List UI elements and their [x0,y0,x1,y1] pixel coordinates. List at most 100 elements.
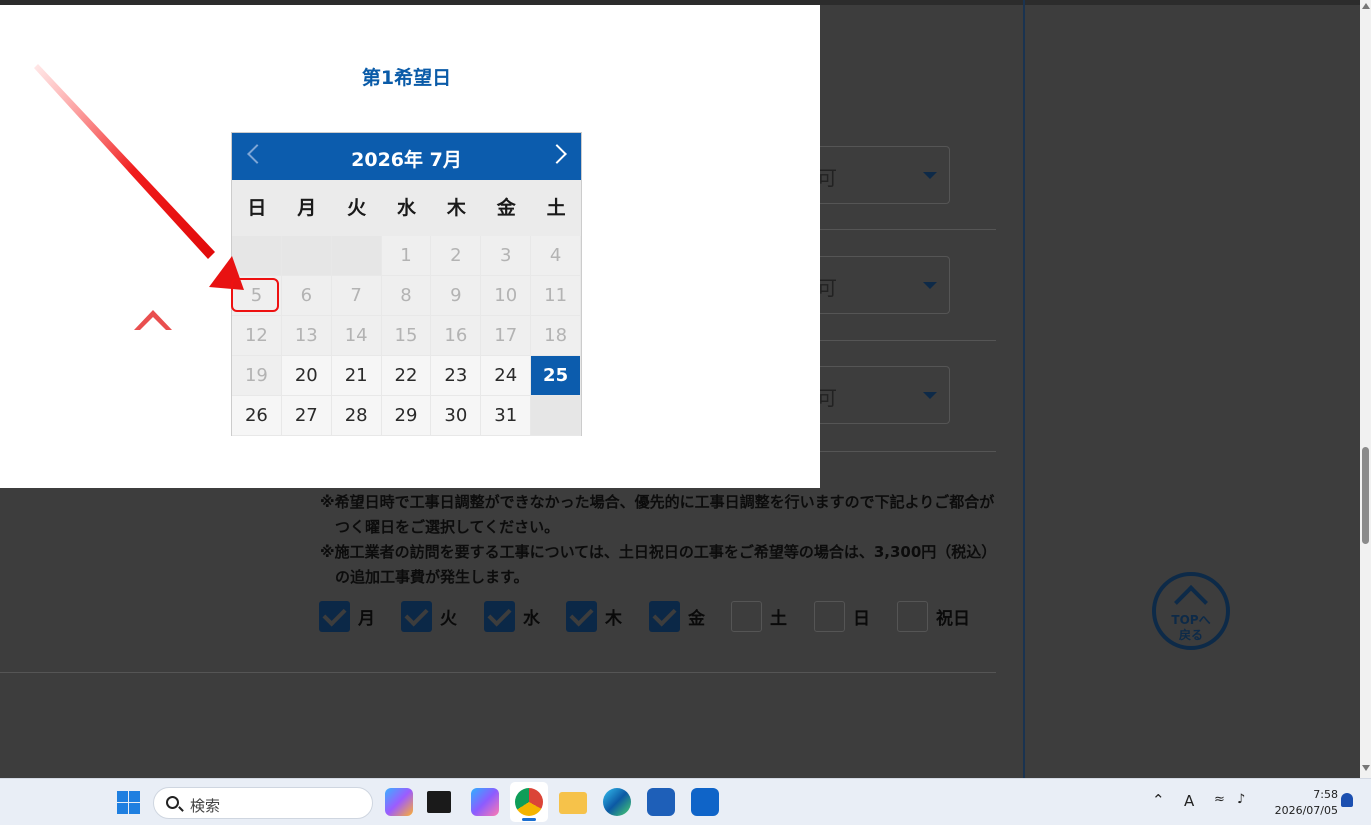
outlook-icon[interactable] [691,788,719,816]
back-to-top-button[interactable]: TOPへ 戻る [1152,572,1230,650]
calendar-day-3: 3 [481,236,532,276]
checkbox-label: 水 [523,609,540,629]
windows-start-icon[interactable] [117,791,140,814]
checkbox-holiday[interactable]: 祝日 [897,600,970,633]
chrome-icon[interactable] [515,788,543,816]
checkbox-label: 日 [853,609,870,629]
checkbox-label: 火 [440,609,457,629]
calendar-day-4: 4 [531,236,582,276]
calendar-week: 12 13 14 15 16 17 18 [232,316,582,356]
scroll-up-icon[interactable] [1362,3,1370,9]
calendar-header: 2026年 7月 [232,133,581,180]
weekday-label: 水 [397,197,417,219]
checkbox-box[interactable] [649,601,680,632]
calendar-empty-cell [281,236,332,276]
clock[interactable]: 7:58 2026/07/05 [1268,787,1338,819]
weekday-label: 月 [297,197,317,219]
calendar: 2026年 7月 日月火水木金土 1 2 3 4 5 6 7 8 9 10 11 12 13 14 15 16… [231,132,582,436]
top-button-label: 戻る [1178,628,1203,642]
calendar-day-26[interactable]: 26 [232,396,282,436]
calendar-empty-cell [232,236,282,276]
checkbox-box[interactable] [897,601,928,632]
clock-date: 2026/07/05 [1274,804,1338,817]
calendar-day-30[interactable]: 30 [431,396,482,436]
calendar-day-31[interactable]: 31 [481,396,532,436]
modal-title: 第1希望日 [361,67,452,89]
checkbox-label: 木 [605,609,622,629]
calendar-day-19: 19 [232,356,282,396]
calendar-day-20[interactable]: 20 [281,356,332,396]
wifi-icon[interactable]: ≈ [1214,792,1225,807]
taskbar-search[interactable]: 検索 [153,787,373,819]
calendar-day-6: 6 [281,276,332,316]
calendar-month-title: 2026年 7月 [351,149,462,171]
checkbox-label: 金 [688,609,705,629]
divider [0,672,996,673]
calendar-empty-cell [531,396,582,436]
scroll-down-icon[interactable] [1362,765,1370,771]
copilot-icon[interactable] [471,788,499,816]
chevron-up-icon[interactable]: ⌃ [1152,791,1165,809]
checkbox-mon[interactable]: 月 [319,600,375,633]
checkbox-tue[interactable]: 火 [401,600,457,633]
calendar-day-7: 7 [331,276,382,316]
calendar-day-27[interactable]: 27 [281,396,332,436]
calendar-day-21[interactable]: 21 [331,356,382,396]
highlight-box [231,278,279,312]
calendar-day-17: 17 [481,316,532,356]
page-scrollbar[interactable] [1360,0,1371,778]
ime-indicator[interactable]: A [1184,792,1194,810]
note-text: ※施工業者の訪問を要する工事については、土日祝日の工事をご希望等の場合は、3,3… [320,543,997,586]
calendar-day-9: 9 [431,276,482,316]
calendar-day-2: 2 [431,236,482,276]
calendar-day-8: 8 [381,276,432,316]
time-select-1[interactable]: 可 [800,146,950,204]
chevron-down-icon [923,172,937,179]
checkbox-wed[interactable]: 水 [484,600,540,633]
chevron-down-icon [923,392,937,399]
calendar-day-23[interactable]: 23 [431,356,482,396]
checkbox-box[interactable] [484,601,515,632]
volume-icon[interactable]: ♪ [1237,792,1245,807]
checkbox-sun[interactable]: 日 [814,600,870,633]
task-view-icon[interactable] [427,791,451,813]
file-explorer-icon[interactable] [559,792,587,814]
checkbox-fri[interactable]: 金 [649,600,705,633]
calendar-grid: 1 2 3 4 5 6 7 8 9 10 11 12 13 14 15 16 17 18 19 20 21 22 23 24 2… [232,236,582,436]
checkbox-label: 祝日 [936,609,970,629]
time-select-value: 可 [817,276,837,300]
calendar-week: 5 6 7 8 9 10 11 [232,276,582,316]
chevron-down-icon [923,282,937,289]
calendar-day-25[interactable]: 25 [531,356,582,396]
weekday-label: 日 [247,197,267,219]
calendar-day-10: 10 [481,276,532,316]
notification-bell-icon[interactable] [1341,793,1353,807]
calendar-day-22[interactable]: 22 [381,356,432,396]
date-picker-modal: 第1希望日 2026年 7月 日月火水木金土 1 2 3 4 5 6 7 8 9 10 11 12 13… [0,5,820,488]
divider [1023,0,1025,778]
checkbox-thu[interactable]: 木 [566,600,622,633]
calendar-day-11: 11 [531,276,582,316]
time-select-2[interactable]: 可 [800,256,950,314]
checkbox-box[interactable] [319,601,350,632]
time-select-value: 可 [817,386,837,410]
clock-time: 7:58 [1313,788,1338,801]
time-select-3[interactable]: 可 [800,366,950,424]
calendar-day-28[interactable]: 28 [331,396,382,436]
checkbox-box[interactable] [814,601,845,632]
calendar-empty-cell [331,236,382,276]
calendar-day-15: 15 [381,316,432,356]
edge-icon[interactable] [603,788,631,816]
scrollbar-thumb[interactable] [1362,447,1369,544]
store-icon[interactable] [647,788,675,816]
checkbox-sat[interactable]: 土 [731,600,787,633]
calendar-day-16: 16 [431,316,482,356]
calendar-day-24[interactable]: 24 [481,356,532,396]
weekday-header: 日月火水木金土 [232,180,581,236]
calendar-day-29[interactable]: 29 [381,396,432,436]
checkbox-box[interactable] [566,601,597,632]
calendar-day-13: 13 [281,316,332,356]
checkbox-box[interactable] [401,601,432,632]
copilot-pre-icon[interactable] [385,788,413,816]
checkbox-box[interactable] [731,601,762,632]
